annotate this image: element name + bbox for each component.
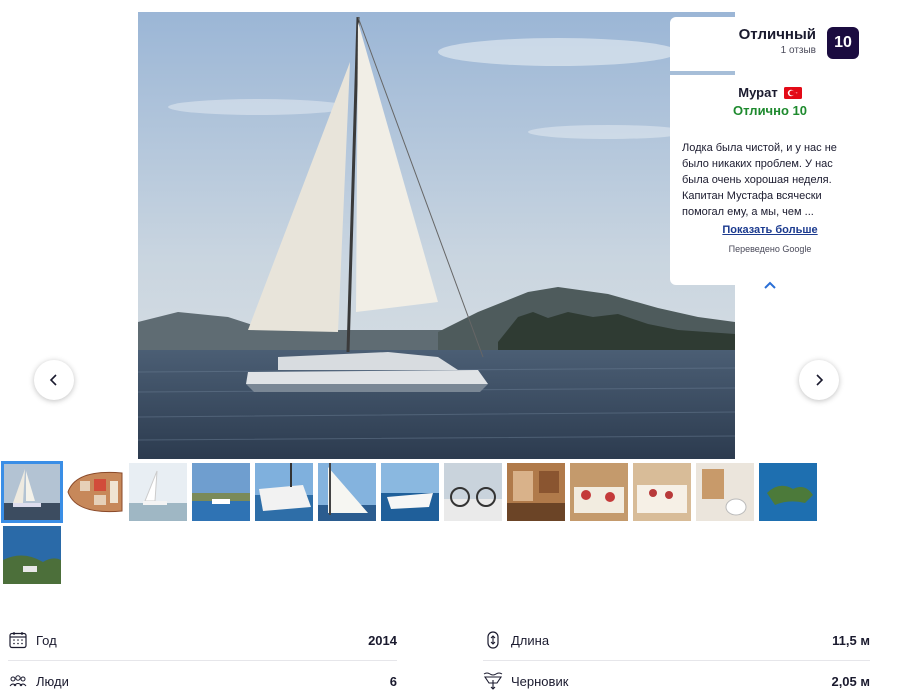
spec-length-value: 11,5 м	[832, 632, 870, 648]
spec-draft: Черновик 2,05 м	[483, 661, 870, 700]
thumbnail[interactable]	[66, 463, 124, 521]
turkey-flag-icon	[783, 86, 802, 99]
translated-note: Переведено Google	[728, 244, 812, 254]
thumbnail[interactable]	[255, 463, 313, 521]
thumbnail[interactable]	[444, 463, 502, 521]
sailboat-photo	[138, 12, 735, 459]
spec-length-label: Длина	[511, 632, 550, 648]
review-count: 1 отзыв	[780, 45, 816, 56]
spec-people-label: Люди	[36, 673, 69, 689]
thumbnail[interactable]	[696, 463, 754, 521]
thumbnail[interactable]	[507, 463, 565, 521]
length-icon	[483, 630, 503, 650]
spec-year-value: 2014	[368, 632, 397, 648]
score-badge: 10	[827, 27, 859, 59]
thumbnail[interactable]	[129, 463, 187, 521]
rating-summary: Отличный 1 отзыв 10	[670, 17, 870, 71]
thumbnail[interactable]	[318, 463, 376, 521]
thumbnail[interactable]	[192, 463, 250, 521]
collapse-review-button[interactable]	[760, 276, 780, 296]
spec-year: Год 2014	[8, 620, 397, 660]
thumbnail[interactable]	[633, 463, 691, 521]
chevron-left-icon	[49, 374, 57, 386]
thumbnail[interactable]	[3, 526, 61, 584]
reviewer: Мурат	[682, 85, 858, 100]
previous-photo-button[interactable]	[34, 360, 74, 400]
spec-people: Люди 6	[8, 661, 397, 700]
reviewer-name: Мурат	[738, 85, 778, 100]
review-card: Мурат Отлично 10 Лодка была чистой, и у …	[670, 75, 870, 285]
spec-length: Длина 11,5 м	[483, 620, 870, 660]
show-more-link[interactable]: Показать больше	[682, 224, 858, 236]
chevron-up-icon	[764, 281, 776, 289]
people-icon	[8, 671, 28, 691]
thumbnail[interactable]	[1, 461, 63, 523]
thumbnail[interactable]	[759, 463, 817, 521]
calendar-icon	[8, 630, 28, 650]
spec-people-value: 6	[389, 673, 397, 689]
review-text: Лодка была чистой, и у нас не было никак…	[682, 142, 837, 218]
chevron-right-icon	[816, 374, 824, 386]
rating-label: Отличный	[738, 26, 816, 43]
next-photo-button[interactable]	[799, 360, 839, 400]
thumbnail[interactable]	[381, 463, 439, 521]
reviewer-grade: Отлично 10	[733, 103, 807, 118]
main-photo[interactable]	[138, 12, 735, 459]
spec-draft-label: Черновик	[511, 673, 569, 689]
thumbnail[interactable]	[570, 463, 628, 521]
spec-year-label: Год	[36, 632, 57, 648]
draft-icon	[483, 671, 503, 691]
spec-draft-value: 2,05 м	[831, 673, 870, 689]
